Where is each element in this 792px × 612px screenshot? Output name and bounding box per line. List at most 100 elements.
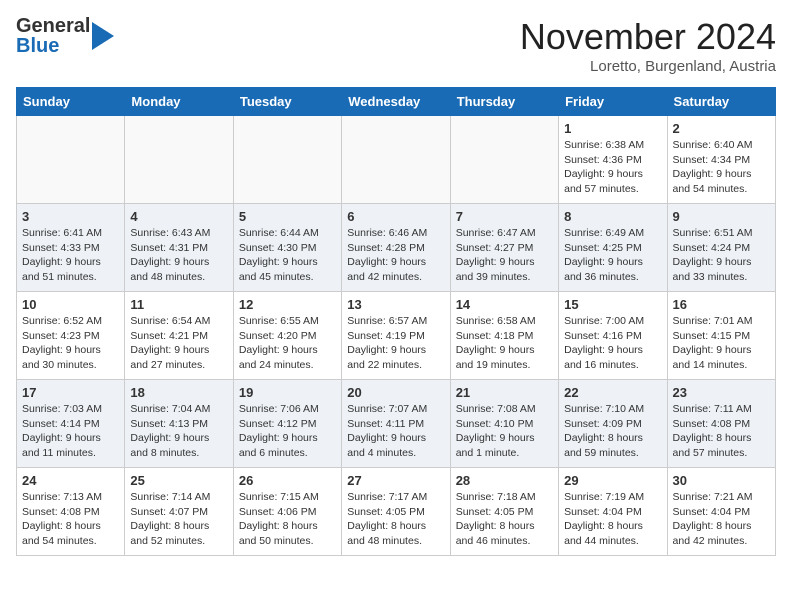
calendar-day-cell: 3 Sunrise: 6:41 AM Sunset: 4:33 PM Daylig…	[17, 204, 125, 292]
day-info: Sunrise: 6:47 AM Sunset: 4:27 PM Dayligh…	[456, 226, 553, 285]
weekday-header-sunday: Sunday	[17, 88, 125, 116]
weekday-header-monday: Monday	[125, 88, 233, 116]
day-info: Sunrise: 6:57 AM Sunset: 4:19 PM Dayligh…	[347, 314, 444, 373]
day-info: Sunrise: 6:49 AM Sunset: 4:25 PM Dayligh…	[564, 226, 661, 285]
day-info: Sunrise: 6:54 AM Sunset: 4:21 PM Dayligh…	[130, 314, 227, 373]
calendar-day-cell: 30Sunrise: 7:21 AM Sunset: 4:04 PM Dayli…	[667, 468, 775, 556]
day-number: 6	[347, 209, 444, 224]
day-number: 9	[673, 209, 770, 224]
calendar-day-cell	[125, 116, 233, 204]
day-info: Sunrise: 6:41 AM Sunset: 4:33 PM Dayligh…	[22, 226, 119, 285]
day-info: Sunrise: 6:40 AM Sunset: 4:34 PM Dayligh…	[673, 138, 770, 197]
day-info: Sunrise: 7:19 AM Sunset: 4:04 PM Dayligh…	[564, 490, 661, 549]
day-info: Sunrise: 6:58 AM Sunset: 4:18 PM Dayligh…	[456, 314, 553, 373]
day-info: Sunrise: 7:06 AM Sunset: 4:12 PM Dayligh…	[239, 402, 336, 461]
calendar-day-cell: 2 Sunrise: 6:40 AM Sunset: 4:34 PM Daylig…	[667, 116, 775, 204]
day-number: 14	[456, 297, 553, 312]
day-info: Sunrise: 7:00 AM Sunset: 4:16 PM Dayligh…	[564, 314, 661, 373]
calendar-day-cell: 12 Sunrise: 6:55 AM Sunset: 4:20 PM Dayli…	[233, 292, 341, 380]
day-info: Sunrise: 7:08 AM Sunset: 4:10 PM Dayligh…	[456, 402, 553, 461]
calendar-week-row: 1 Sunrise: 6:38 AM Sunset: 4:36 PM Daylig…	[17, 116, 776, 204]
day-number: 11	[130, 297, 227, 312]
day-info: Sunrise: 6:43 AM Sunset: 4:31 PM Dayligh…	[130, 226, 227, 285]
day-number: 22	[564, 385, 661, 400]
calendar-week-row: 10 Sunrise: 6:52 AM Sunset: 4:23 PM Dayli…	[17, 292, 776, 380]
calendar-day-cell: 5 Sunrise: 6:44 AM Sunset: 4:30 PM Daylig…	[233, 204, 341, 292]
day-info: Sunrise: 7:14 AM Sunset: 4:07 PM Dayligh…	[130, 490, 227, 549]
calendar-day-cell: 10 Sunrise: 6:52 AM Sunset: 4:23 PM Dayli…	[17, 292, 125, 380]
calendar-day-cell: 11 Sunrise: 6:54 AM Sunset: 4:21 PM Dayli…	[125, 292, 233, 380]
calendar-day-cell: 18Sunrise: 7:04 AM Sunset: 4:13 PM Dayli…	[125, 380, 233, 468]
day-number: 24	[22, 473, 119, 488]
day-number: 29	[564, 473, 661, 488]
calendar-day-cell: 20Sunrise: 7:07 AM Sunset: 4:11 PM Dayli…	[342, 380, 450, 468]
logo-blue: Blue	[16, 36, 90, 56]
day-info: Sunrise: 6:52 AM Sunset: 4:23 PM Dayligh…	[22, 314, 119, 373]
day-number: 25	[130, 473, 227, 488]
weekday-header-tuesday: Tuesday	[233, 88, 341, 116]
day-number: 17	[22, 385, 119, 400]
calendar-day-cell: 24 Sunrise: 7:13 AM Sunset: 4:08 PM Dayli…	[17, 468, 125, 556]
calendar-day-cell	[17, 116, 125, 204]
day-info: Sunrise: 6:44 AM Sunset: 4:30 PM Dayligh…	[239, 226, 336, 285]
weekday-header-thursday: Thursday	[450, 88, 558, 116]
day-number: 28	[456, 473, 553, 488]
day-number: 21	[456, 385, 553, 400]
day-info: Sunrise: 7:11 AM Sunset: 4:08 PM Dayligh…	[673, 402, 770, 461]
page-header: General Blue November 2024 Loretto, Burg…	[16, 16, 776, 75]
day-info: Sunrise: 7:18 AM Sunset: 4:05 PM Dayligh…	[456, 490, 553, 549]
day-number: 13	[347, 297, 444, 312]
day-info: Sunrise: 7:01 AM Sunset: 4:15 PM Dayligh…	[673, 314, 770, 373]
calendar-day-cell: 19 Sunrise: 7:06 AM Sunset: 4:12 PM Dayli…	[233, 380, 341, 468]
calendar-day-cell: 26Sunrise: 7:15 AM Sunset: 4:06 PM Dayli…	[233, 468, 341, 556]
calendar-day-cell: 4 Sunrise: 6:43 AM Sunset: 4:31 PM Daylig…	[125, 204, 233, 292]
calendar-day-cell: 29 Sunrise: 7:19 AM Sunset: 4:04 PM Dayli…	[559, 468, 667, 556]
logo: General Blue	[16, 16, 114, 56]
day-number: 20	[347, 385, 444, 400]
calendar-day-cell: 25 Sunrise: 7:14 AM Sunset: 4:07 PM Dayli…	[125, 468, 233, 556]
calendar-day-cell	[450, 116, 558, 204]
day-number: 12	[239, 297, 336, 312]
calendar-day-cell: 28 Sunrise: 7:18 AM Sunset: 4:05 PM Dayli…	[450, 468, 558, 556]
weekday-header-saturday: Saturday	[667, 88, 775, 116]
day-info: Sunrise: 7:17 AM Sunset: 4:05 PM Dayligh…	[347, 490, 444, 549]
day-info: Sunrise: 7:13 AM Sunset: 4:08 PM Dayligh…	[22, 490, 119, 549]
day-number: 10	[22, 297, 119, 312]
calendar-day-cell	[342, 116, 450, 204]
day-number: 1	[564, 121, 661, 136]
day-number: 16	[673, 297, 770, 312]
day-number: 4	[130, 209, 227, 224]
calendar-day-cell: 13 Sunrise: 6:57 AM Sunset: 4:19 PM Dayli…	[342, 292, 450, 380]
calendar-day-cell: 6Sunrise: 6:46 AM Sunset: 4:28 PM Daylig…	[342, 204, 450, 292]
calendar-day-cell: 27 Sunrise: 7:17 AM Sunset: 4:05 PM Dayli…	[342, 468, 450, 556]
calendar-week-row: 17 Sunrise: 7:03 AM Sunset: 4:14 PM Dayli…	[17, 380, 776, 468]
day-info: Sunrise: 7:21 AM Sunset: 4:04 PM Dayligh…	[673, 490, 770, 549]
calendar-table: SundayMondayTuesdayWednesdayThursdayFrid…	[16, 87, 776, 556]
calendar-week-row: 3 Sunrise: 6:41 AM Sunset: 4:33 PM Daylig…	[17, 204, 776, 292]
title-section: November 2024 Loretto, Burgenland, Austr…	[520, 16, 776, 75]
day-number: 27	[347, 473, 444, 488]
weekday-header-friday: Friday	[559, 88, 667, 116]
day-number: 18	[130, 385, 227, 400]
calendar-day-cell: 21 Sunrise: 7:08 AM Sunset: 4:10 PM Dayli…	[450, 380, 558, 468]
calendar-day-cell	[233, 116, 341, 204]
day-number: 7	[456, 209, 553, 224]
calendar-day-cell: 17 Sunrise: 7:03 AM Sunset: 4:14 PM Dayli…	[17, 380, 125, 468]
day-info: Sunrise: 6:55 AM Sunset: 4:20 PM Dayligh…	[239, 314, 336, 373]
day-number: 19	[239, 385, 336, 400]
day-info: Sunrise: 7:03 AM Sunset: 4:14 PM Dayligh…	[22, 402, 119, 461]
calendar-day-cell: 15Sunrise: 7:00 AM Sunset: 4:16 PM Dayli…	[559, 292, 667, 380]
calendar-day-cell: 7 Sunrise: 6:47 AM Sunset: 4:27 PM Daylig…	[450, 204, 558, 292]
calendar-day-cell: 14 Sunrise: 6:58 AM Sunset: 4:18 PM Dayli…	[450, 292, 558, 380]
day-number: 3	[22, 209, 119, 224]
day-number: 5	[239, 209, 336, 224]
day-info: Sunrise: 7:15 AM Sunset: 4:06 PM Dayligh…	[239, 490, 336, 549]
calendar-header-row: SundayMondayTuesdayWednesdayThursdayFrid…	[17, 88, 776, 116]
day-number: 8	[564, 209, 661, 224]
day-number: 23	[673, 385, 770, 400]
day-info: Sunrise: 7:10 AM Sunset: 4:09 PM Dayligh…	[564, 402, 661, 461]
calendar-day-cell: 1 Sunrise: 6:38 AM Sunset: 4:36 PM Daylig…	[559, 116, 667, 204]
calendar-day-cell: 16 Sunrise: 7:01 AM Sunset: 4:15 PM Dayli…	[667, 292, 775, 380]
day-number: 2	[673, 121, 770, 136]
day-info: Sunrise: 6:38 AM Sunset: 4:36 PM Dayligh…	[564, 138, 661, 197]
